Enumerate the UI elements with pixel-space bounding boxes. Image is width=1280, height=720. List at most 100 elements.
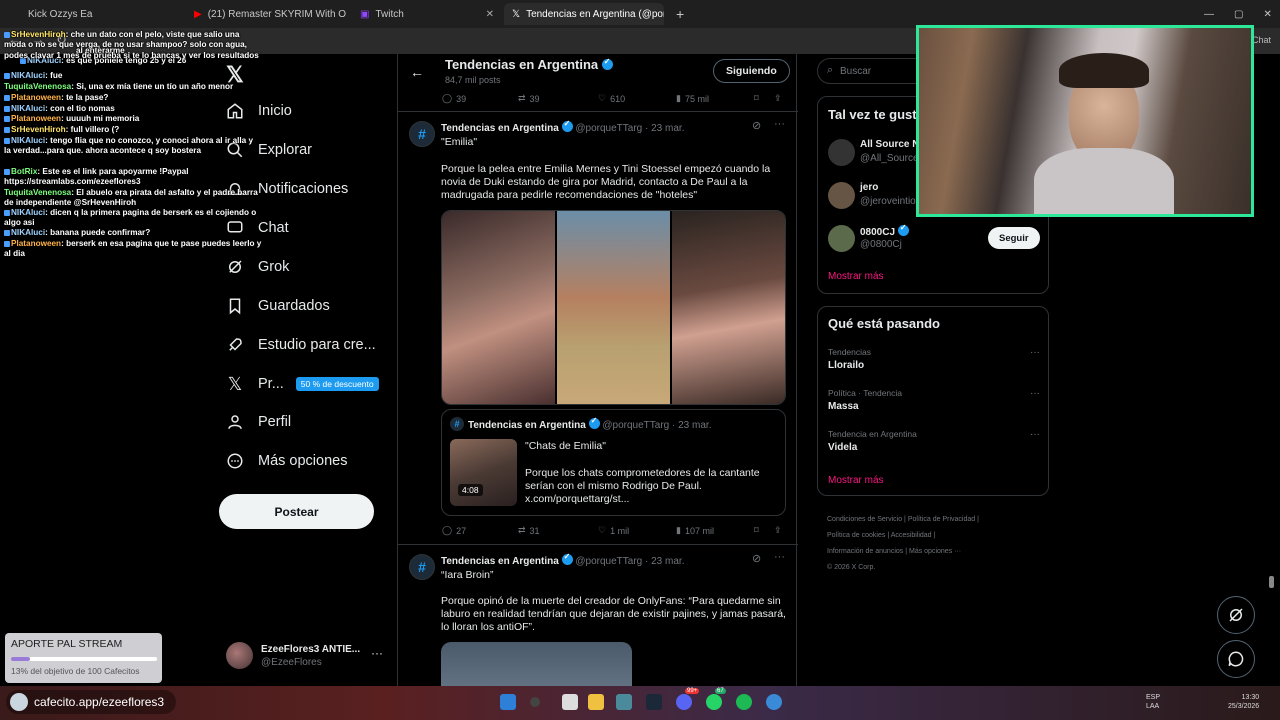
grok-float-button[interactable] <box>1217 596 1255 634</box>
tab-x[interactable]: 𝕏Tendencias en Argentina (@porqu✕ <box>504 3 664 25</box>
photo-woman-1[interactable] <box>442 211 555 404</box>
badge-icon <box>4 240 10 247</box>
show-more-link[interactable]: Mostrar más <box>828 475 884 486</box>
language-indicator[interactable]: ESP LAA <box>1146 693 1160 711</box>
close-icon[interactable]: ✕ <box>486 9 494 20</box>
chat-user: SrHevenHiroh <box>11 125 66 134</box>
repost-stat[interactable]: ⇄ 31 <box>518 525 540 536</box>
chat-message: TuquitaVenenosa: El abuelo era pirata de… <box>4 188 258 208</box>
close-window-icon[interactable]: ✕ <box>1263 9 1271 20</box>
repost-stat[interactable]: ⇄ 39 <box>518 93 540 104</box>
file-explorer-icon[interactable] <box>588 694 604 710</box>
share-button[interactable]: ⇪ <box>774 93 782 104</box>
search-icon[interactable] <box>530 697 540 707</box>
views-stat[interactable]: ▮ 107 mil <box>676 525 714 536</box>
views-stat[interactable]: ▮ 75 mil <box>676 93 709 104</box>
task-view-icon[interactable] <box>562 694 578 710</box>
tweet-handle: @porqueTTarg <box>575 123 643 134</box>
nav-profile[interactable]: Perfil <box>226 407 291 437</box>
search-placeholder[interactable]: Buscar <box>840 66 871 77</box>
back-arrow-icon[interactable]: ← <box>410 64 424 80</box>
steam-icon[interactable] <box>646 694 662 710</box>
scrollbar-thumb[interactable] <box>1269 576 1274 588</box>
chat-message: NIKAluci: banana puede confirmar? <box>4 228 262 238</box>
nav-premium[interactable]: 𝕏 Pr... 50 % de descuento <box>226 369 379 399</box>
more-icon[interactable]: ··· <box>1030 429 1040 440</box>
taskbar: cafecito.app/ezeeflores3 99+ 67 ESP LAA 1… <box>0 686 1280 720</box>
x-premium-icon: 𝕏 <box>227 373 243 394</box>
app-icon[interactable] <box>766 694 782 710</box>
post-button[interactable]: Postear <box>219 494 374 529</box>
trend-context: Política · Tendencia <box>828 388 903 398</box>
verified-icon <box>561 552 573 565</box>
more-icon[interactable]: ··· <box>1030 347 1040 358</box>
suggestion-name[interactable]: All Source N <box>860 139 919 150</box>
bookmark-button[interactable]: ⌑ <box>754 525 759 536</box>
tweet-image[interactable] <box>441 642 632 686</box>
person-icon <box>226 413 244 431</box>
more-icon[interactable]: ··· <box>774 118 785 130</box>
like-count: 1 mil <box>610 525 630 536</box>
tab-twitch[interactable]: ▣ Twitch ✕ <box>352 3 502 25</box>
minimize-icon[interactable]: — <box>1204 9 1214 20</box>
trend-item[interactable]: Tendencia en Argentina Videla ··· <box>828 429 1040 453</box>
cafecito-url: cafecito.app/ezeeflores3 <box>34 695 165 709</box>
more-icon[interactable]: ··· <box>1030 388 1040 399</box>
account-switcher[interactable]: EzeeFlores3 ANTIE... @EzeeFlores ··· <box>226 640 398 674</box>
notification-badge: 67 <box>715 688 726 694</box>
footer-link[interactable]: Política de Privacidad <box>908 516 975 523</box>
clock[interactable]: 13:30 25/3/2026 <box>1228 693 1259 711</box>
new-tab-button[interactable]: + <box>668 3 688 25</box>
discord-icon[interactable]: 99+ <box>676 688 700 710</box>
whatsapp-icon[interactable]: 67 <box>706 688 726 710</box>
avatar <box>828 225 855 252</box>
footer-link[interactable]: Política de cookies <box>827 532 885 539</box>
quoted-tweet[interactable]: # Tendencias en Argentina @porqueTTarg ·… <box>441 409 786 516</box>
trend-item[interactable]: Política · Tendencia Massa ··· <box>828 388 1040 412</box>
tweet-date: · 23 mar. <box>645 123 685 134</box>
footer-link[interactable]: Más opciones ··· <box>909 548 961 555</box>
browser-icon[interactable] <box>616 694 632 710</box>
badge-icon <box>4 72 10 79</box>
chat-message: BotRix: Este es el link para apoyarme !P… <box>4 167 189 187</box>
footer-link[interactable]: Accesibilidad <box>891 532 932 539</box>
more-icon[interactable]: ··· <box>774 551 785 563</box>
grok-icon[interactable]: ⊘ <box>752 119 761 132</box>
nav-creator-studio[interactable]: Estudio para cre... <box>226 330 376 360</box>
bookmark-button[interactable]: ⌑ <box>754 93 759 104</box>
reply-stat[interactable]: ◯ 27 <box>442 525 466 536</box>
reply-stat[interactable]: ◯ 39 <box>442 93 466 104</box>
show-more-link[interactable]: Mostrar más <box>828 271 884 282</box>
like-stat[interactable]: ♡ 610 <box>598 93 625 104</box>
more-icon[interactable]: ··· <box>371 646 383 660</box>
messages-float-button[interactable] <box>1217 640 1255 678</box>
repost-count: 31 <box>529 525 540 536</box>
suggestion-name[interactable]: jero <box>860 182 878 193</box>
nav-more[interactable]: Más opciones <box>226 446 347 476</box>
suggestion-name[interactable]: 0800CJ <box>860 223 909 238</box>
tweet[interactable]: # Tendencias en Argentina @porqueTTarg ·… <box>398 112 798 544</box>
tweet[interactable]: # Tendencias en Argentina @porqueTTarg ·… <box>398 545 798 686</box>
nav-label: Guardados <box>258 298 330 314</box>
share-button[interactable]: ⇪ <box>774 525 782 536</box>
spotify-icon[interactable] <box>736 694 752 710</box>
trend-context: Tendencias <box>828 347 872 357</box>
chat-text: con el tio nomas <box>50 104 115 113</box>
nav-label: Pr... <box>258 376 284 392</box>
tweet-image-grid[interactable] <box>441 210 786 405</box>
follow-button[interactable]: Seguir <box>988 227 1040 249</box>
trend-item[interactable]: Tendencias Llorailo ··· <box>828 347 1040 371</box>
avatar <box>828 139 855 166</box>
footer-link[interactable]: Condiciones de Servicio <box>827 516 902 523</box>
footer-link[interactable]: Información de anuncios <box>827 548 903 555</box>
photo-man[interactable] <box>557 211 670 404</box>
like-stat[interactable]: ♡ 1 mil <box>598 525 629 536</box>
grok-icon[interactable]: ⊘ <box>752 552 761 565</box>
maximize-icon[interactable]: ▢ <box>1234 9 1243 20</box>
video-thumbnail[interactable]: 4:08 <box>450 439 517 506</box>
photo-woman-2[interactable] <box>672 211 785 404</box>
windows-start-icon[interactable] <box>500 694 516 710</box>
following-button[interactable]: Siguiendo <box>713 59 790 83</box>
badge-icon <box>4 168 10 175</box>
chat-message: NIKAluci: dicen q la primera pagina de b… <box>4 208 257 228</box>
